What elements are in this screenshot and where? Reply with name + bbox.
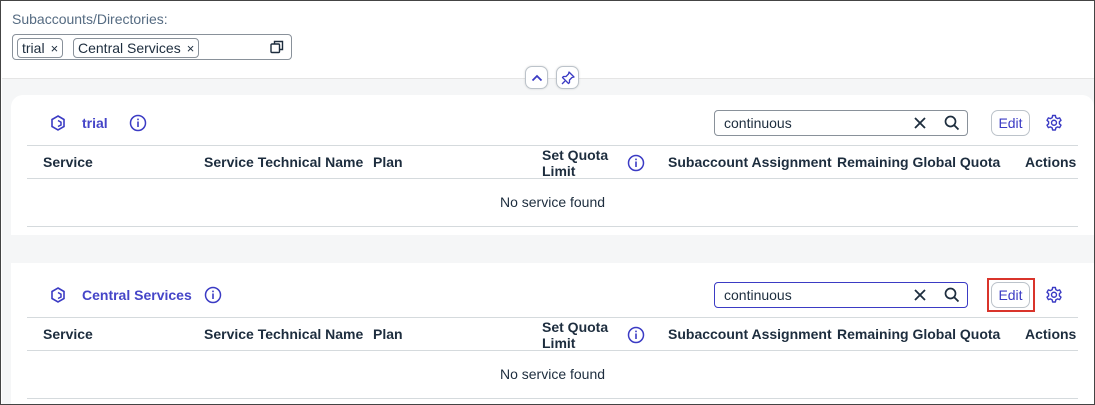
search-value: continuous: [724, 115, 792, 131]
section-header: Central Services continuous Edit: [11, 263, 1094, 313]
subaccount-multi-input[interactable]: trial × Central Services ×: [12, 34, 292, 60]
search-input[interactable]: continuous: [714, 110, 968, 136]
header-toggle-group: [525, 66, 579, 89]
info-icon[interactable]: [129, 114, 147, 132]
section-title[interactable]: trial: [82, 115, 108, 131]
column-technical-name: Service Technical Name: [204, 326, 364, 342]
info-icon[interactable]: [627, 154, 645, 172]
pin-icon: [561, 70, 575, 85]
column-subaccount-assignment: Subaccount Assignment: [668, 154, 832, 170]
filter-label: Subaccounts/Directories:: [12, 11, 168, 27]
column-plan: Plan: [373, 326, 403, 342]
collapse-header-button[interactable]: [525, 66, 548, 89]
column-subaccount-assignment: Subaccount Assignment: [668, 326, 832, 342]
subaccount-icon: [49, 114, 67, 132]
info-icon[interactable]: [204, 286, 222, 304]
column-remaining-global-quota: Remaining Global Quota: [837, 154, 1001, 170]
edit-button[interactable]: Edit: [991, 282, 1030, 308]
info-icon[interactable]: [627, 326, 645, 344]
column-quota-limit: Set Quota Limit: [542, 147, 608, 179]
column-quota-limit-line2: Limit: [542, 163, 576, 179]
token-label: Central Services: [78, 40, 181, 56]
token-trial[interactable]: trial ×: [17, 38, 64, 58]
column-quota-limit: Set Quota Limit: [542, 319, 608, 351]
clear-icon[interactable]: [913, 116, 927, 130]
column-quota-limit-line1: Set Quota: [542, 319, 609, 335]
column-actions: Actions: [1025, 326, 1077, 342]
subaccount-icon: [49, 286, 67, 304]
app-frame: Subaccounts/Directories: trial × Central…: [0, 0, 1095, 405]
empty-table-message: No service found: [27, 179, 1078, 227]
search-icon[interactable]: [944, 115, 960, 131]
copy-icon[interactable]: [270, 40, 284, 54]
token-central-services[interactable]: Central Services ×: [73, 38, 200, 58]
gear-icon[interactable]: [1045, 286, 1063, 304]
search-input[interactable]: continuous: [714, 282, 968, 308]
chevron-up-icon: [531, 74, 543, 82]
search-icon[interactable]: [944, 287, 960, 303]
subaccount-section-central-services: Central Services continuous Edit Service…: [11, 263, 1094, 404]
column-quota-limit-line1: Set Quota: [542, 147, 609, 163]
empty-table-message: No service found: [27, 351, 1078, 399]
section-title[interactable]: Central Services: [82, 287, 192, 303]
section-header: trial continuous Edit: [11, 95, 1094, 145]
column-service: Service: [43, 154, 93, 170]
column-technical-name: Service Technical Name: [204, 154, 364, 170]
pin-header-button[interactable]: [556, 66, 579, 89]
token-remove-icon[interactable]: ×: [187, 41, 195, 56]
clear-icon[interactable]: [913, 288, 927, 302]
column-plan: Plan: [373, 154, 403, 170]
search-value: continuous: [724, 287, 792, 303]
table-header: Service Service Technical Name Plan Set …: [27, 145, 1078, 179]
column-actions: Actions: [1025, 154, 1077, 170]
token-label: trial: [22, 40, 45, 56]
subaccount-section-trial: trial continuous Edit Service Service Te…: [11, 95, 1094, 235]
column-remaining-global-quota: Remaining Global Quota: [837, 326, 1001, 342]
edit-button[interactable]: Edit: [991, 110, 1030, 136]
column-service: Service: [43, 326, 93, 342]
table-header: Service Service Technical Name Plan Set …: [27, 317, 1078, 351]
token-remove-icon[interactable]: ×: [51, 41, 59, 56]
column-quota-limit-line2: Limit: [542, 335, 576, 351]
gear-icon[interactable]: [1045, 114, 1063, 132]
